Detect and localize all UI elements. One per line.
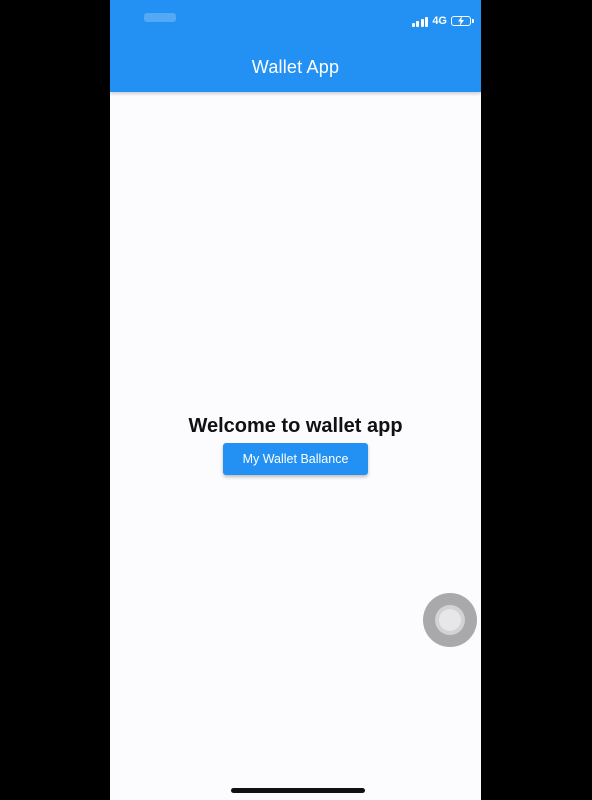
status-bar-right: 4G xyxy=(411,14,474,28)
wallet-balance-button[interactable]: My Wallet Ballance xyxy=(223,443,368,475)
welcome-heading: Welcome to wallet app xyxy=(188,415,403,437)
assistive-touch-core xyxy=(439,609,461,631)
battery-charging-icon xyxy=(451,16,474,26)
phone-screen: 4G Wallet App Welcome to wallet app My W… xyxy=(110,0,481,800)
signal-icon xyxy=(411,16,429,27)
status-time-placeholder xyxy=(144,13,176,22)
network-label: 4G xyxy=(432,15,447,27)
main-content: Welcome to wallet app My Wallet Ballance xyxy=(110,413,481,475)
app-title: Wallet App xyxy=(251,57,340,77)
home-indicator[interactable] xyxy=(231,788,365,793)
assistive-touch-icon[interactable] xyxy=(423,593,477,647)
app-bar: 4G Wallet App xyxy=(110,0,481,92)
